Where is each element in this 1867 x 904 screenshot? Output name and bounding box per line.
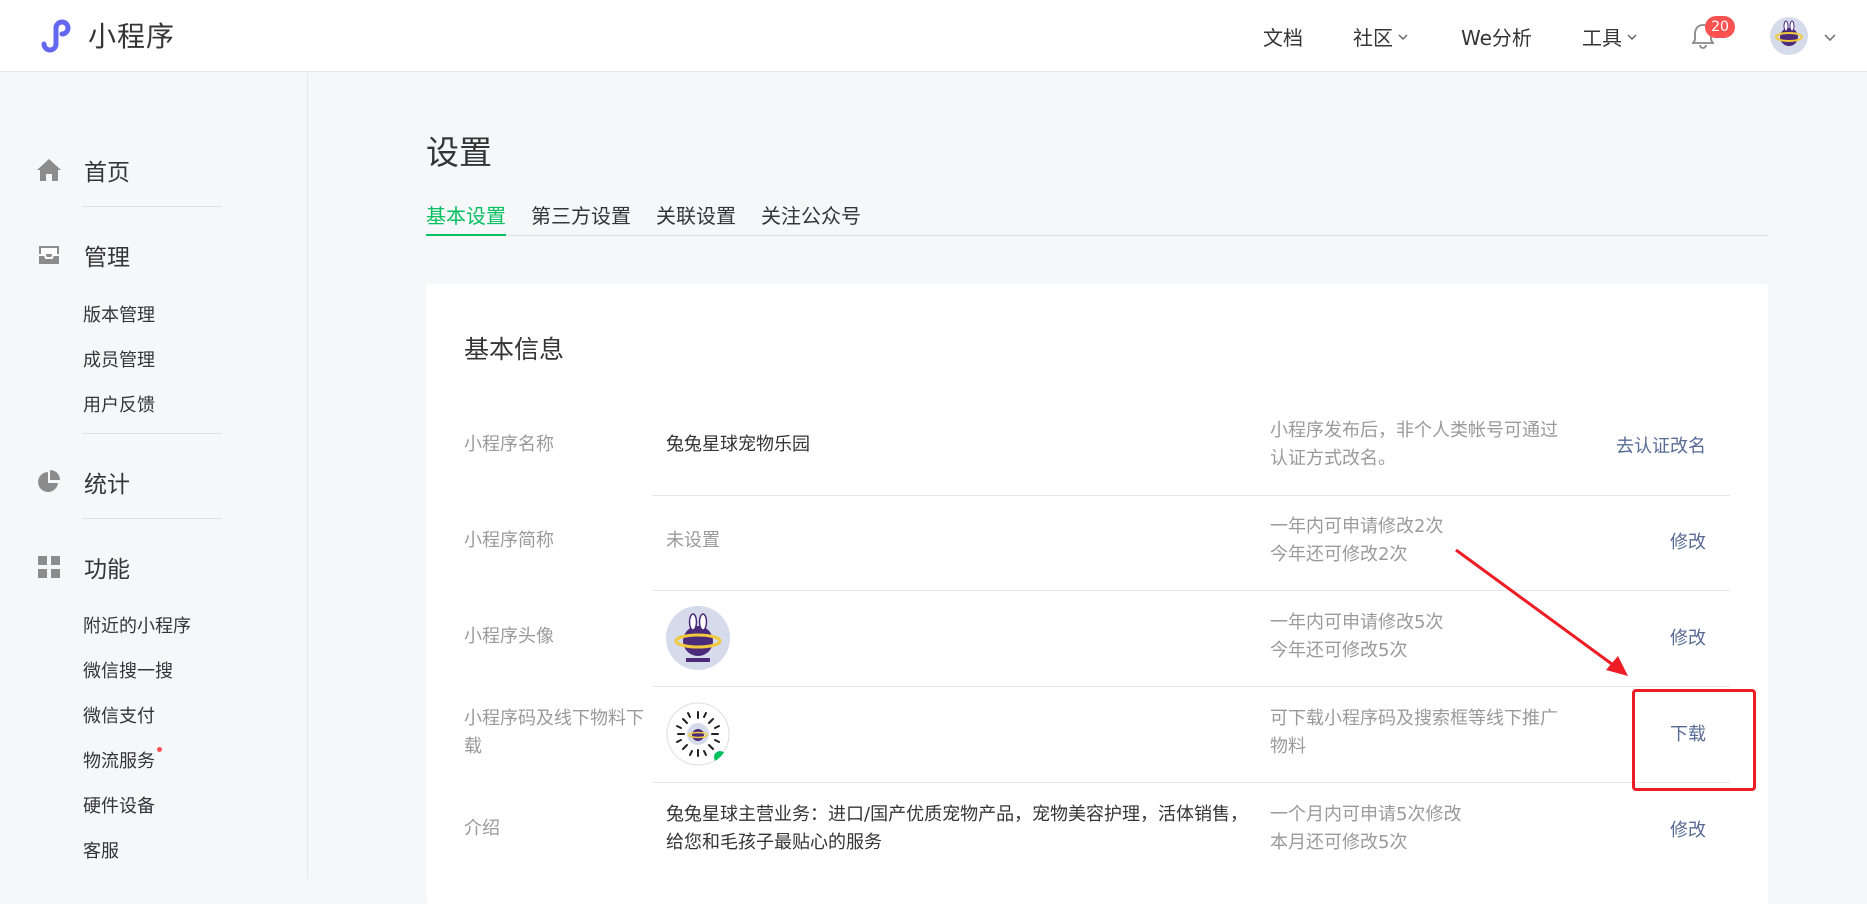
verify-rename-link[interactable]: 去认证改名: [1616, 432, 1706, 458]
rabbit-planet-logo-icon: [1770, 17, 1808, 55]
tab-follow-official-account[interactable]: 关注公众号: [761, 200, 861, 236]
sidebar-item-label: 物流服务: [83, 751, 155, 772]
grid-icon: [38, 556, 60, 578]
mini-program-logo-icon: [41, 19, 71, 53]
settings-tabs: 基本设置 第三方设置 关联设置 关注公众号: [426, 200, 1768, 236]
chevron-down-icon[interactable]: [1823, 30, 1837, 44]
tab-third-party-settings[interactable]: 第三方设置: [531, 200, 631, 236]
sidebar-divider: [82, 206, 222, 207]
desc-line: 一个月内可申请5次修改: [1270, 804, 1462, 825]
row-desc: 一个月内可申请5次修改 本月还可修改5次: [1270, 801, 1570, 857]
desc-line: 认证方式改名。: [1270, 448, 1396, 469]
mini-program-avatar: [666, 606, 730, 670]
sidebar-item-label: 功能: [84, 557, 130, 583]
row-value: 兔兔星球主营业务：进口/国产优质宠物产品，宠物美容护理，活体销售， 给您和毛孩子…: [666, 801, 1248, 857]
sidebar-item-statistics[interactable]: 统计: [36, 465, 130, 499]
sidebar-item-nearby-mini-programs[interactable]: 附近的小程序: [83, 612, 191, 638]
label-line: 小程序码及线下物料下: [464, 708, 644, 729]
nav-tools[interactable]: 工具: [1582, 22, 1638, 51]
annotation-highlight-box: [1632, 689, 1756, 791]
inbox-icon: [39, 246, 59, 264]
sidebar-item-label: 管理: [84, 245, 130, 271]
brand-name: 小程序: [88, 20, 176, 53]
sidebar-item-label: 首页: [84, 160, 130, 186]
value-line: 给您和毛孩子最贴心的服务: [666, 832, 882, 853]
label-line: 载: [464, 736, 482, 757]
sidebar-item-hardware[interactable]: 硬件设备: [83, 792, 155, 818]
row-value: 未设置: [666, 530, 720, 551]
top-bar: 小程序 文档 社区 We分析 工具 20: [0, 0, 1867, 72]
sidebar-item-member-management[interactable]: 成员管理: [83, 346, 155, 372]
avatar[interactable]: [1770, 17, 1808, 55]
notification-badge: 20: [1705, 16, 1735, 38]
row-label: 介绍: [464, 818, 500, 839]
sidebar-divider: [82, 433, 222, 434]
row-label: 小程序头像: [464, 626, 554, 647]
sidebar-item-label: 统计: [84, 472, 130, 498]
row-divider: [652, 782, 1730, 783]
nav-docs[interactable]: 文档: [1263, 22, 1303, 51]
desc-line: 物料: [1270, 736, 1306, 757]
tab-basic-settings[interactable]: 基本设置: [426, 200, 506, 236]
new-dot: [157, 747, 162, 752]
nav-we-analytics[interactable]: We分析: [1461, 22, 1532, 51]
edit-short-name-link[interactable]: 修改: [1670, 528, 1706, 554]
nav-community[interactable]: 社区: [1353, 22, 1409, 51]
nav-tools-label: 工具: [1582, 26, 1622, 50]
sidebar-item-home[interactable]: 首页: [36, 153, 130, 187]
chevron-down-icon: [1398, 33, 1408, 40]
brand[interactable]: 小程序: [36, 14, 175, 56]
annotation-arrow: [1455, 548, 1628, 676]
sidebar: 首页 管理 版本管理 成员管理 用户反馈 统计 功能 附近的小程序 微信搜一搜 …: [0, 73, 308, 879]
sidebar-item-customer-service[interactable]: 客服: [83, 837, 119, 863]
desc-line: 可下载小程序码及搜索框等线下推广: [1270, 708, 1558, 729]
value-line: 兔兔星球主营业务：进口/国产优质宠物产品，宠物美容护理，活体销售，: [666, 804, 1249, 825]
desc-line: 本月还可修改5次: [1270, 832, 1408, 853]
row-label: 小程序码及线下物料下 载: [464, 705, 644, 761]
home-icon: [37, 159, 61, 181]
nav-we-analytics-label: We分析: [1461, 26, 1532, 50]
sidebar-item-version-management[interactable]: 版本管理: [83, 301, 155, 327]
mini-program-code: [666, 702, 730, 766]
desc-line: 一年内可申请修改2次: [1270, 516, 1444, 537]
edit-avatar-link[interactable]: 修改: [1670, 624, 1706, 650]
pie-chart-icon: [38, 470, 60, 492]
sidebar-item-user-feedback[interactable]: 用户反馈: [83, 391, 155, 417]
edit-intro-link[interactable]: 修改: [1670, 816, 1706, 842]
desc-line: 小程序发布后，非个人类帐号可通过: [1270, 420, 1558, 441]
sidebar-item-wechat-pay[interactable]: 微信支付: [83, 702, 155, 728]
rabbit-planet-logo-icon: [666, 606, 730, 670]
mini-program-code-icon: [666, 702, 730, 766]
row-label: 小程序简称: [464, 530, 554, 551]
page-title: 设置: [426, 133, 492, 172]
row-desc: 小程序发布后，非个人类帐号可通过 认证方式改名。: [1270, 417, 1570, 473]
nav-docs-label: 文档: [1263, 26, 1303, 50]
sidebar-item-features[interactable]: 功能: [36, 550, 130, 584]
sidebar-item-wechat-search[interactable]: 微信搜一搜: [83, 657, 173, 683]
sidebar-divider: [82, 518, 222, 519]
chevron-down-icon: [1627, 33, 1637, 40]
card-title: 基本信息: [464, 335, 565, 364]
nav-community-label: 社区: [1353, 26, 1393, 50]
sidebar-item-logistics[interactable]: 物流服务: [83, 747, 162, 773]
row-desc: 可下载小程序码及搜索框等线下推广 物料: [1270, 705, 1570, 761]
sidebar-item-manage[interactable]: 管理: [36, 238, 130, 272]
row-value: 兔兔星球宠物乐园: [666, 434, 810, 455]
row-label: 小程序名称: [464, 434, 554, 455]
row-divider: [652, 495, 1730, 496]
tab-association-settings[interactable]: 关联设置: [656, 200, 736, 236]
